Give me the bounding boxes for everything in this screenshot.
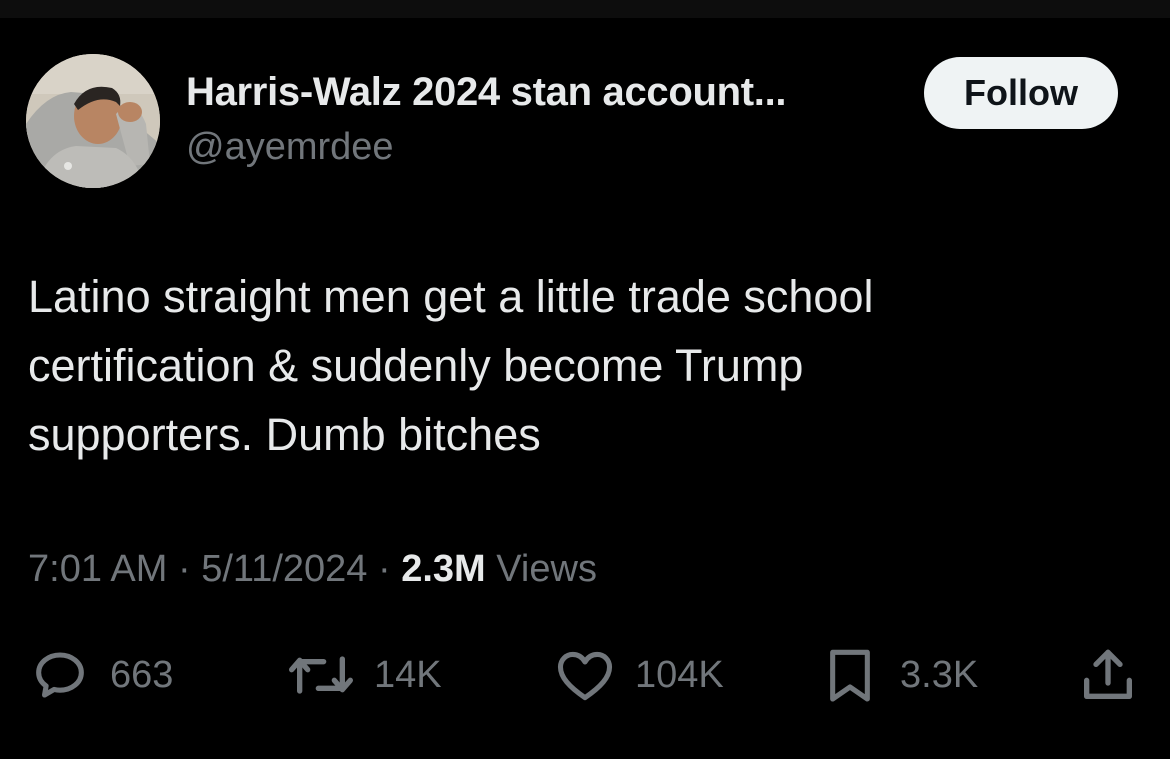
tweet-date[interactable]: 5/11/2024 xyxy=(201,548,367,590)
top-edge-bar xyxy=(0,0,1170,18)
tweet-time[interactable]: 7:01 AM xyxy=(28,548,167,590)
tweet-text-line: Latino straight men get a little trade s… xyxy=(28,271,874,322)
share-icon xyxy=(1084,649,1132,699)
meta-separator: · xyxy=(177,548,191,590)
retweet-button[interactable]: 14K xyxy=(286,640,442,710)
reply-count: 663 xyxy=(110,653,174,696)
display-name[interactable]: Harris-Walz 2024 stan account... xyxy=(186,70,787,115)
tweet-meta: 7:01 AM · 5/11/2024 · 2.3M Views xyxy=(28,548,597,591)
bookmark-button[interactable]: 3.3K xyxy=(818,640,978,710)
meta-separator: · xyxy=(378,548,391,590)
retweet-icon xyxy=(288,656,353,694)
retweet-count: 14K xyxy=(374,653,442,696)
tweet-text: Latino straight men get a little trade s… xyxy=(28,262,1128,469)
follow-button[interactable]: Follow xyxy=(924,57,1118,129)
views-count[interactable]: 2.3M xyxy=(401,548,485,590)
like-button[interactable]: 104K xyxy=(553,640,724,710)
tweet-text-line: supporters. Dumb bitches xyxy=(28,409,541,460)
avatar-photo xyxy=(26,54,160,188)
bookmark-icon xyxy=(830,649,870,702)
tweet-text-line: certification & suddenly become Trump xyxy=(28,340,804,391)
heart-icon xyxy=(557,651,613,701)
share-button[interactable] xyxy=(1076,640,1140,710)
user-handle[interactable]: @ayemrdee xyxy=(186,126,394,169)
action-bar: 663 14K 104K 3.3K xyxy=(0,640,1170,710)
reply-button[interactable]: 663 xyxy=(28,640,173,710)
views-label: Views xyxy=(496,548,597,590)
bookmark-count: 3.3K xyxy=(900,653,979,696)
avatar[interactable] xyxy=(26,54,160,188)
reply-icon xyxy=(36,652,84,698)
like-count: 104K xyxy=(635,653,724,696)
